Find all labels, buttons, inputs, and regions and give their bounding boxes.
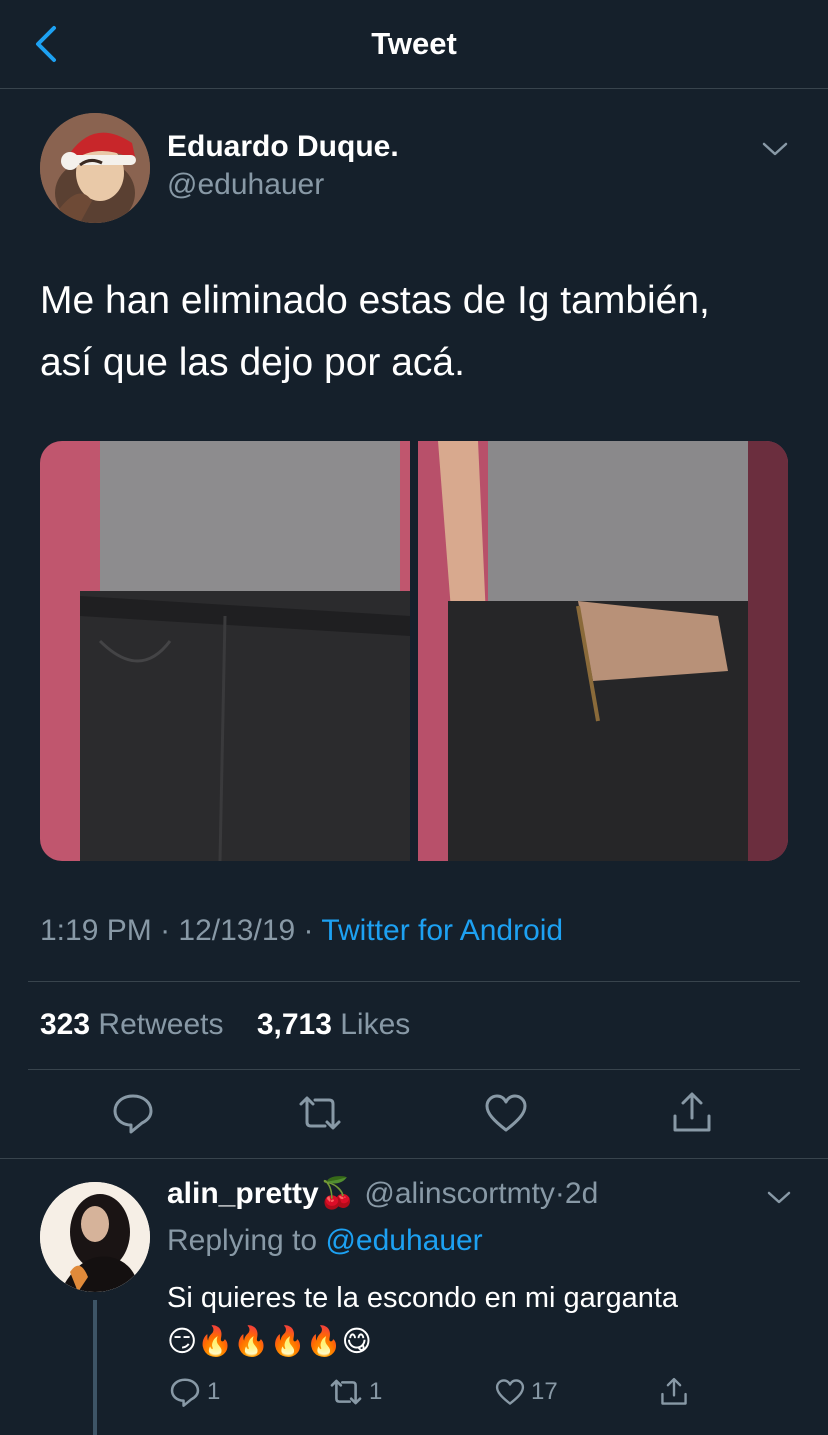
retweet-button[interactable] xyxy=(295,1090,345,1136)
tweet-author: Eduardo Duque. @eduhauer xyxy=(40,113,790,223)
divider xyxy=(28,981,800,982)
thread-line xyxy=(93,1300,97,1435)
reply-action-bar: 1 1 17 xyxy=(167,1372,727,1412)
reply-time: 2d xyxy=(564,1177,599,1210)
tweet-action-bar xyxy=(0,1090,828,1140)
replying-label: Replying to xyxy=(167,1224,318,1257)
like-button[interactable] xyxy=(481,1090,531,1136)
tweet-text-line: Me han eliminado estas de Ig también, xyxy=(40,279,710,322)
meta-separator: · xyxy=(303,914,314,947)
media-photo-2[interactable] xyxy=(418,441,788,861)
retweets-count: 323 xyxy=(40,1008,91,1041)
share-button[interactable] xyxy=(667,1090,717,1136)
retweet-icon xyxy=(330,1379,362,1405)
reply-header: alin_pretty🍒 @alinscortmty·2d xyxy=(167,1176,598,1211)
tweet-time: 1:19 PM xyxy=(40,914,152,947)
retweets-label: Retweets xyxy=(98,1008,224,1041)
top-bar: Tweet xyxy=(0,0,828,89)
page-title: Tweet xyxy=(371,26,457,61)
retweet-count: 1 xyxy=(369,1378,383,1405)
reply-retweet-button[interactable]: 1 xyxy=(327,1372,382,1412)
tweet-menu-button[interactable] xyxy=(760,137,790,161)
tweet-date: 12/13/19 xyxy=(178,914,296,947)
reply-icon xyxy=(113,1094,153,1134)
media-photo-1[interactable] xyxy=(40,441,410,861)
reply-text-emojis: 😏🔥🔥🔥🔥😋 xyxy=(167,1326,372,1358)
reply-author-name[interactable]: alin_pretty🍒 xyxy=(167,1177,356,1210)
chevron-down-icon xyxy=(762,142,788,156)
likes-stat[interactable]: 3,713 Likes xyxy=(257,1008,410,1041)
retweets-stat[interactable]: 323 Retweets xyxy=(40,1008,223,1041)
meta-separator: · xyxy=(160,914,171,947)
reply-button[interactable] xyxy=(108,1090,158,1136)
heart-icon xyxy=(485,1094,527,1132)
reply-text-line: Si quieres te la escondo en mi garganta xyxy=(167,1282,679,1314)
like-count: 17 xyxy=(531,1378,558,1405)
share-icon xyxy=(661,1377,687,1405)
reply-text: Si quieres te la escondo en mi garganta … xyxy=(167,1276,787,1364)
reply-separator: · xyxy=(554,1177,565,1210)
reply-reply-button[interactable]: 1 xyxy=(167,1372,220,1412)
reply-like-button[interactable]: 17 xyxy=(493,1372,558,1412)
tweet-meta: 1:19 PM · 12/13/19 · Twitter for Android xyxy=(40,914,563,948)
retweet-icon xyxy=(299,1096,341,1130)
author-handle[interactable]: @eduhauer xyxy=(167,168,324,202)
reply-author-handle[interactable]: @alinscortmty xyxy=(364,1177,555,1210)
reply-menu-button[interactable] xyxy=(765,1187,793,1209)
reply-share-button[interactable] xyxy=(657,1372,691,1412)
author-name[interactable]: Eduardo Duque. xyxy=(167,130,399,164)
tweet-media xyxy=(40,441,788,861)
divider xyxy=(0,1158,828,1159)
likes-count: 3,713 xyxy=(256,1008,332,1041)
share-icon xyxy=(673,1092,711,1132)
heart-icon xyxy=(495,1379,525,1405)
author-avatar[interactable] xyxy=(40,113,150,223)
reply-avatar[interactable] xyxy=(40,1182,150,1292)
divider xyxy=(28,1069,800,1070)
tweet-source-link[interactable]: Twitter for Android xyxy=(321,914,563,947)
tweet-text: Me han eliminado estas de Ig también, as… xyxy=(40,270,800,394)
chevron-down-icon xyxy=(767,1191,791,1204)
tweet-stats: 323 Retweets 3,713 Likes xyxy=(40,1008,410,1042)
likes-label: Likes xyxy=(340,1008,411,1041)
tweet-text-line: así que las dejo por acá. xyxy=(40,341,465,384)
replying-to: Replying to @eduhauer xyxy=(167,1224,483,1258)
replying-to-mention[interactable]: @eduhauer xyxy=(325,1224,482,1257)
reply-icon xyxy=(170,1378,200,1407)
reply-count: 1 xyxy=(207,1378,221,1405)
